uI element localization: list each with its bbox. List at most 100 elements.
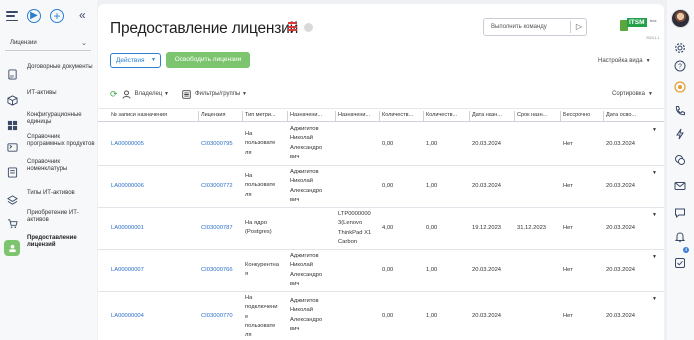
chevron-down-icon: ⌄ bbox=[81, 40, 87, 47]
phone-icon[interactable] bbox=[674, 104, 686, 116]
assignee-name: Николай bbox=[290, 307, 313, 314]
row-menu-icon[interactable]: ▼ bbox=[652, 296, 657, 302]
assignment-target: LTP0000000 bbox=[338, 211, 371, 217]
cart-icon bbox=[6, 217, 18, 229]
column-header[interactable]: Назначени... bbox=[290, 112, 335, 118]
metric-type: пользовате bbox=[245, 322, 276, 329]
actions-button[interactable]: Действия ▼ bbox=[110, 53, 161, 68]
column-header[interactable]: Тип метри... bbox=[245, 112, 287, 118]
row-menu-icon[interactable]: ▼ bbox=[652, 254, 657, 260]
release-licenses-button[interactable]: Освободить лицензии bbox=[166, 52, 250, 68]
assignee-name: вич bbox=[290, 280, 300, 287]
section-select[interactable]: Лицензии ⌄ bbox=[5, 37, 91, 51]
column-separator[interactable] bbox=[423, 111, 424, 121]
task-check-icon[interactable] bbox=[674, 256, 686, 268]
sun-icon[interactable] bbox=[674, 80, 686, 93]
help-icon[interactable]: ? bbox=[674, 59, 686, 72]
bell-icon[interactable] bbox=[674, 230, 686, 243]
quantity-cell: 0,00 bbox=[382, 183, 394, 189]
license-link[interactable]: CI03000795 bbox=[201, 140, 233, 149]
assign-date: 20.03.2024 bbox=[472, 313, 502, 319]
assign-date: 20.03.2024 bbox=[472, 183, 502, 189]
command-input[interactable]: Выполнить команду ▷ bbox=[483, 18, 587, 36]
add-icon[interactable]: + bbox=[50, 9, 64, 23]
metric-type: подключени bbox=[245, 304, 278, 311]
table-row[interactable]: LA00000006 CI03000772 На пользовате ля Аджиги… bbox=[98, 166, 664, 208]
row-menu-icon[interactable]: ▼ bbox=[652, 212, 657, 218]
record-number-link[interactable]: LA00000004 bbox=[111, 312, 144, 321]
assignee-name: Николай bbox=[290, 262, 313, 269]
settings-icon[interactable] bbox=[674, 41, 686, 53]
run-command-icon[interactable]: ▷ bbox=[576, 22, 582, 31]
view-settings-label: Настройка вида bbox=[598, 58, 643, 64]
refresh-icon[interactable]: ⟳ bbox=[110, 89, 118, 100]
license-link[interactable]: CI03000766 bbox=[201, 266, 233, 275]
column-separator[interactable] bbox=[335, 111, 336, 121]
column-separator[interactable] bbox=[242, 111, 243, 121]
mail-icon[interactable] bbox=[674, 179, 686, 191]
table-row[interactable]: LA00000004 CI03000770 На подключени е пользов… bbox=[98, 292, 664, 340]
chat-bubbles-icon[interactable] bbox=[674, 153, 686, 165]
play-icon[interactable]: ▶ bbox=[27, 9, 41, 23]
metric-type: е bbox=[245, 313, 249, 320]
column-separator[interactable] bbox=[469, 111, 470, 121]
list-menu-icon[interactable] bbox=[288, 22, 297, 31]
release-date: 20.03.2024 bbox=[606, 141, 636, 147]
table-row[interactable]: LA00000005 CI03000795 На пользовате ля Аджиги… bbox=[98, 123, 664, 166]
column-header[interactable]: Назначени... bbox=[338, 112, 379, 118]
asset-types-icon bbox=[6, 194, 18, 206]
column-header[interactable]: Срок назн... bbox=[517, 112, 560, 118]
owner-filter[interactable]: Владелец ▼ bbox=[135, 91, 169, 97]
column-header[interactable]: Лицензия bbox=[201, 112, 242, 118]
hamburger-menu-icon[interactable] bbox=[6, 11, 18, 21]
status-dot-icon[interactable] bbox=[304, 23, 313, 32]
view-settings-button[interactable]: Настройка вида ▼ bbox=[598, 58, 651, 64]
record-number-link[interactable]: LA00000007 bbox=[111, 266, 144, 275]
table-row[interactable]: LA00000001 CI03000787 На ядро (Postgres) LTP… bbox=[98, 208, 664, 250]
metric-type: На ядро bbox=[245, 220, 267, 226]
record-number-link[interactable]: LA00000006 bbox=[111, 182, 144, 191]
caret-down-icon: ▼ bbox=[151, 57, 156, 63]
column-header[interactable]: Количеств... bbox=[382, 112, 423, 118]
license-link[interactable]: CI03000787 bbox=[201, 224, 233, 233]
license-link[interactable]: CI03000770 bbox=[201, 312, 233, 321]
column-separator[interactable] bbox=[560, 111, 561, 121]
filters-groups-button[interactable]: Фильтры/группы ▼ bbox=[195, 91, 247, 97]
column-header[interactable]: Бессрочно bbox=[563, 112, 603, 118]
assignee-name: вич bbox=[290, 325, 300, 332]
column-header[interactable]: № записи назначения bbox=[111, 112, 198, 118]
assignee-name: Александро bbox=[290, 316, 323, 323]
column-header[interactable]: Дата назн... bbox=[472, 112, 514, 118]
sidebar-item-label: Конфигурационные единицы bbox=[27, 111, 82, 126]
sort-button[interactable]: Сортировка ▼ bbox=[612, 91, 653, 97]
license-link[interactable]: CI03000772 bbox=[201, 182, 233, 191]
lightning-icon[interactable] bbox=[674, 127, 686, 140]
column-header[interactable]: Количеств... bbox=[426, 112, 469, 118]
logo-sub: box bbox=[650, 18, 657, 23]
column-header[interactable]: Дата осво... bbox=[606, 112, 655, 118]
sidebar-top-controls: ▶ + bbox=[6, 9, 64, 23]
table-row[interactable]: LA00000007 CI03000766 Конкурентна я Аджигито… bbox=[98, 250, 664, 292]
filter-bar: ⟳ Владелец ▼ Фильтры/группы ▼ bbox=[110, 88, 247, 100]
column-separator[interactable] bbox=[379, 111, 380, 121]
row-menu-icon[interactable]: ▼ bbox=[652, 170, 657, 176]
row-menu-icon[interactable]: ▼ bbox=[652, 127, 657, 133]
notification-badge: 4 bbox=[683, 247, 689, 253]
avatar[interactable] bbox=[671, 9, 690, 28]
record-number-link[interactable]: LA00000005 bbox=[111, 140, 144, 149]
column-separator[interactable] bbox=[287, 111, 288, 121]
assignee-name: вич bbox=[290, 196, 300, 203]
record-number-link[interactable]: LA00000001 bbox=[111, 224, 144, 233]
assignee-name: Николай bbox=[290, 178, 313, 185]
table-header: № записи назначения Лицензия Тип метри... Н… bbox=[98, 108, 664, 122]
logo-version: 2024.1.1 bbox=[646, 36, 660, 40]
message-icon[interactable] bbox=[674, 206, 686, 219]
collapse-sidebar-icon[interactable]: « bbox=[79, 8, 86, 22]
column-separator[interactable] bbox=[603, 111, 604, 121]
filter-groups-icon bbox=[182, 89, 191, 99]
metric-type: На bbox=[245, 295, 253, 301]
column-separator[interactable] bbox=[514, 111, 515, 121]
quantity-cell: 0,00 bbox=[382, 267, 394, 273]
column-separator[interactable] bbox=[198, 111, 199, 121]
sidebar-item-label: Договорные документы bbox=[27, 64, 93, 71]
